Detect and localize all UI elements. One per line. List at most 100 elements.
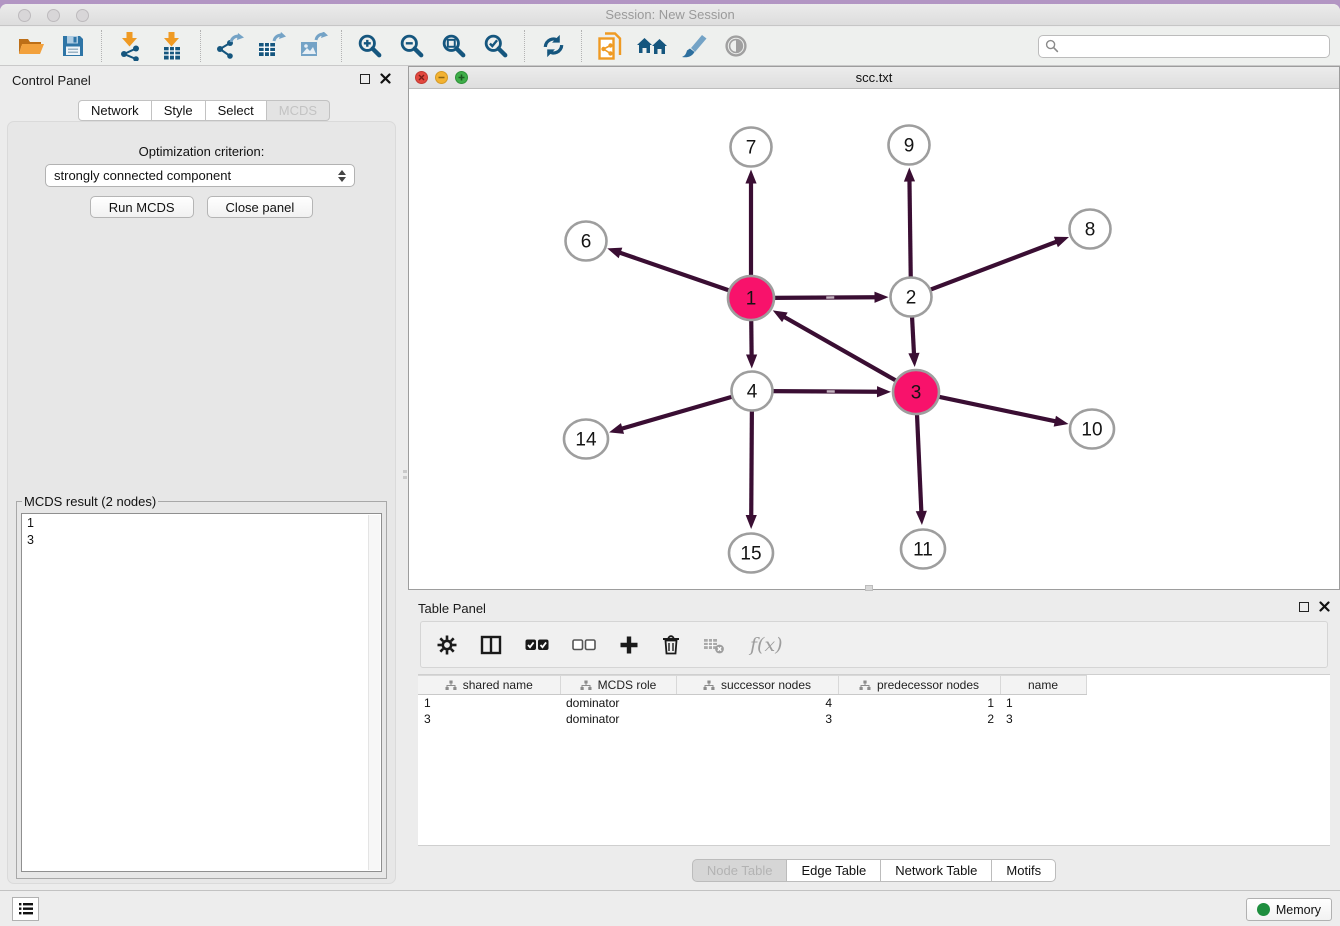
apply-style-button[interactable] xyxy=(673,29,715,63)
tab-mcds[interactable]: MCDS xyxy=(267,100,330,121)
cell-predecessor-nodes[interactable]: 1 xyxy=(838,695,1000,711)
graph-node-15[interactable]: 15 xyxy=(729,534,773,573)
delete-table-icon xyxy=(703,636,725,654)
edge-arrow-1-2 xyxy=(874,292,888,303)
split-columns-button[interactable] xyxy=(480,635,502,655)
graph-node-10[interactable]: 10 xyxy=(1070,410,1114,449)
edge-arrow-1-7 xyxy=(745,170,756,184)
search-input[interactable] xyxy=(1059,38,1323,54)
import-table-button[interactable] xyxy=(151,29,193,63)
result-scrollbar[interactable] xyxy=(368,515,380,870)
delete-column-button[interactable] xyxy=(662,634,680,655)
table-row[interactable]: 1dominator411 xyxy=(418,695,1086,711)
splitter-handle[interactable] xyxy=(403,470,407,484)
graph-node-7[interactable]: 7 xyxy=(731,128,772,167)
toolbar-separator xyxy=(341,30,342,62)
task-history-button[interactable] xyxy=(12,897,39,921)
network-resize-handle[interactable] xyxy=(865,585,873,591)
graph-node-6[interactable]: 6 xyxy=(566,222,607,261)
save-session-button[interactable] xyxy=(52,29,94,63)
network-window-titlebar[interactable]: scc.txt xyxy=(409,67,1339,89)
edge-3-1[interactable] xyxy=(783,316,898,381)
edge-1-6[interactable] xyxy=(619,252,732,291)
add-column-icon xyxy=(619,635,639,655)
zoom-fit-button[interactable] xyxy=(433,29,475,63)
column-settings-button[interactable] xyxy=(437,635,457,655)
tab-edge-table[interactable]: Edge Table xyxy=(787,859,881,882)
graph-node-9[interactable]: 9 xyxy=(889,126,930,165)
cell-predecessor-nodes[interactable]: 2 xyxy=(838,711,1000,727)
table-row[interactable]: 3dominator323 xyxy=(418,711,1086,727)
cell-name[interactable]: 3 xyxy=(1000,711,1086,727)
select-all-columns-button[interactable] xyxy=(525,638,549,652)
column-header-shared-name[interactable]: shared name xyxy=(418,676,560,695)
export-network-button[interactable] xyxy=(208,29,250,63)
edge-4-15[interactable] xyxy=(751,409,752,517)
export-image-button[interactable] xyxy=(292,29,334,63)
tab-node-table[interactable]: Node Table xyxy=(692,859,788,882)
float-table-panel-icon[interactable] xyxy=(1299,602,1309,612)
close-panel-button[interactable]: Close panel xyxy=(207,196,314,218)
cell-successor-nodes[interactable]: 3 xyxy=(676,711,838,727)
float-panel-icon[interactable] xyxy=(360,74,370,84)
main-toolbar xyxy=(0,27,1340,66)
optimization-criterion-select[interactable]: strongly connected component xyxy=(45,164,355,187)
export-network-icon xyxy=(214,32,244,60)
edge-2-9[interactable] xyxy=(909,179,910,278)
open-session-button[interactable] xyxy=(10,29,52,63)
table-panel-title: Table Panel xyxy=(418,601,486,616)
apply-layout-button[interactable] xyxy=(532,29,574,63)
edge-1-2[interactable] xyxy=(772,297,877,298)
graph-node-2[interactable]: 2 xyxy=(891,278,932,317)
edge-3-10[interactable] xyxy=(937,396,1057,421)
search-box[interactable] xyxy=(1038,35,1330,58)
export-table-button[interactable] xyxy=(250,29,292,63)
graph-node-3[interactable]: 3 xyxy=(893,370,939,414)
tab-motifs[interactable]: Motifs xyxy=(992,859,1056,882)
toolbar-separator xyxy=(524,30,525,62)
close-panel-icon[interactable] xyxy=(380,73,391,84)
first-neighbors-icon xyxy=(636,33,668,59)
tab-network-table[interactable]: Network Table xyxy=(881,859,992,882)
zoom-selected-icon xyxy=(483,33,509,59)
tab-network[interactable]: Network xyxy=(78,100,152,121)
graph-node-8[interactable]: 8 xyxy=(1070,210,1111,249)
zoom-out-button[interactable] xyxy=(391,29,433,63)
cell-MCDS-role[interactable]: dominator xyxy=(560,695,676,711)
network-canvas[interactable]: 7 9 6 8 1 2 4 3 14 10 15 11 xyxy=(409,89,1339,589)
import-network-button[interactable] xyxy=(109,29,151,63)
copy-network-button[interactable] xyxy=(589,29,631,63)
cell-MCDS-role[interactable]: dominator xyxy=(560,711,676,727)
column-header-predecessor-nodes[interactable]: predecessor nodes xyxy=(838,676,1000,695)
cell-shared-name[interactable]: 3 xyxy=(418,711,560,727)
memory-button[interactable]: Memory xyxy=(1246,898,1332,921)
cell-successor-nodes[interactable]: 4 xyxy=(676,695,838,711)
sort-column-icon xyxy=(859,680,871,691)
cell-name[interactable]: 1 xyxy=(1000,695,1086,711)
graph-node-4[interactable]: 4 xyxy=(732,372,773,411)
run-mcds-button[interactable]: Run MCDS xyxy=(90,196,194,218)
column-header-successor-nodes[interactable]: successor nodes xyxy=(676,676,838,695)
graph-node-14[interactable]: 14 xyxy=(564,420,608,459)
mcds-result-box[interactable]: 1 3 xyxy=(21,513,382,872)
unselect-all-columns-button[interactable] xyxy=(572,638,596,652)
add-column-button[interactable] xyxy=(619,635,639,655)
column-header-name[interactable]: name xyxy=(1000,676,1086,695)
edge-2-8[interactable] xyxy=(928,241,1057,290)
node-label: 6 xyxy=(581,232,592,253)
tab-select[interactable]: Select xyxy=(206,100,267,121)
node-label: 3 xyxy=(911,383,922,404)
edge-3-11[interactable] xyxy=(917,413,921,513)
zoom-in-button[interactable] xyxy=(349,29,391,63)
zoom-selected-button[interactable] xyxy=(475,29,517,63)
edge-2-3[interactable] xyxy=(912,315,914,355)
close-table-panel-icon[interactable] xyxy=(1319,601,1330,612)
tab-style[interactable]: Style xyxy=(152,100,206,121)
first-neighbors-button[interactable] xyxy=(631,29,673,63)
graph-node-1[interactable]: 1 xyxy=(728,276,774,320)
edge-4-3[interactable] xyxy=(770,391,879,392)
graph-node-11[interactable]: 11 xyxy=(901,530,945,569)
column-header-MCDS-role[interactable]: MCDS role xyxy=(560,676,676,695)
edge-4-14[interactable] xyxy=(621,396,735,429)
cell-shared-name[interactable]: 1 xyxy=(418,695,560,711)
